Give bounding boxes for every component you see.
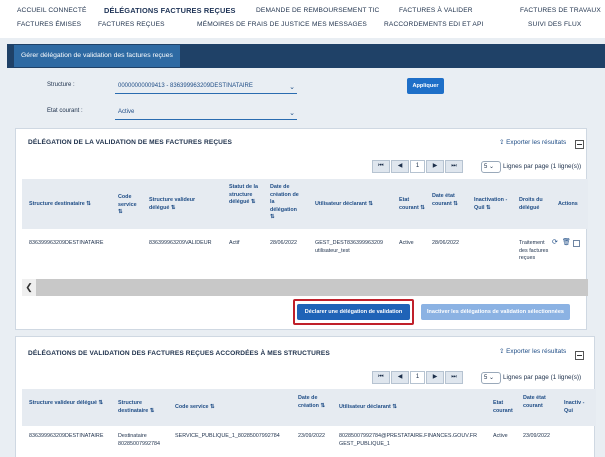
etat-courant-label: Etat courant : <box>47 108 83 114</box>
nav-memoires-frais-justice[interactable]: Mémoires de frais de justice <box>197 21 310 28</box>
cell-structure-valideur: 836399963209VALIDEUR <box>149 240 212 246</box>
col-date-etat-courant[interactable]: Date état courant <box>523 395 551 410</box>
col-date-etat-courant[interactable]: Date état courant ⇅ <box>432 193 462 208</box>
cell-date-creation: 28/06/2022 <box>270 240 297 246</box>
col-actions: Actions <box>558 201 578 207</box>
nav-mes-messages[interactable]: Mes messages <box>312 21 367 28</box>
export-results-link[interactable]: ⇪ Exporter les résultats <box>499 347 566 355</box>
structure-select[interactable]: 00000000009413 - 836399963209DESTINATAIR… <box>115 80 297 94</box>
trash-icon[interactable]: 🗑 <box>562 238 571 246</box>
col-utilisateur-declarant[interactable]: Utilisateur déclarant ⇅ <box>315 201 395 209</box>
cell-structure-destinataire: Destinataire 80285007992784 <box>118 433 160 447</box>
cell-utilisateur-declarant: GEST_DEST836399963209 utilisateur_test <box>315 240 384 254</box>
pagination: ⏮ ◀ 1 ▶ ⏭ <box>372 371 472 384</box>
col-structure-destinataire[interactable]: Structure destinataire ⇅ <box>118 400 162 415</box>
pagination: ⏮ ◀ 1 ▶ ⏭ <box>372 160 472 173</box>
chevron-down-icon: ⌄ <box>289 110 295 117</box>
cell-utilisateur-declarant: 80285007992784@PRESTATAIRE.FINANCES.GOUV… <box>339 433 477 447</box>
card-title: DÉLÉGATIONS DE VALIDATION DES FACTURES R… <box>28 350 330 357</box>
col-code-service[interactable]: Code service ⇅ <box>118 194 142 217</box>
etat-courant-select[interactable]: Active ⌄ <box>115 106 297 120</box>
apply-button[interactable]: Appliquer <box>407 78 444 94</box>
collapse-icon[interactable] <box>575 351 584 360</box>
col-inactivation-qui[interactable]: Inactiv - Qui <box>564 400 594 415</box>
nav-factures-de-travaux[interactable]: Factures de travaux <box>520 7 601 14</box>
cell-date-etat: 28/06/2022 <box>432 240 459 246</box>
cell-etat-courant: Active <box>399 240 414 246</box>
tab-gerer-delegation[interactable]: Gérer délégation de validation des factu… <box>14 45 180 67</box>
delegation-validation-card: DÉLÉGATION DE LA VALIDATION DE MES FACTU… <box>15 128 588 330</box>
col-etat-courant[interactable]: Etat courant <box>493 400 515 415</box>
col-code-service[interactable]: Code service ⇅ <box>175 404 245 412</box>
rows-per-page-label: Lignes par page (1 ligne(s)) <box>503 374 582 381</box>
nav-delegations-factures-recues[interactable]: Délégations factures reçues <box>104 6 236 15</box>
last-page-button[interactable]: ⏭ <box>445 371 463 384</box>
chevron-down-icon: ⌄ <box>289 84 295 91</box>
first-page-button[interactable]: ⏮ <box>372 371 390 384</box>
rows-per-page-label: Lignes par page (1 ligne(s)) <box>503 163 582 170</box>
horizontal-scrollbar[interactable]: ❮ <box>22 279 588 296</box>
nav-suivi-des-flux[interactable]: Suivi des flux <box>528 21 581 28</box>
col-droits-delegue: Droits du délégué <box>519 197 543 211</box>
structure-select-value: 00000000009413 - 836399963209DESTINATAIR… <box>118 83 253 89</box>
cell-etat-courant: Active <box>493 433 508 439</box>
rows-per-page-select[interactable]: 5 ⌄ <box>481 161 501 173</box>
cell-structure-valideur: 836399963209DESTINATAIRE <box>29 433 104 439</box>
page-number[interactable]: 1 <box>410 160 425 173</box>
scroll-left-icon[interactable]: ❮ <box>22 279 36 296</box>
filter-panel: Structure : 00000000009413 - 83639996320… <box>7 68 605 126</box>
col-etat-courant[interactable]: Etat courant ⇅ <box>399 197 425 212</box>
declare-delegation-button[interactable]: Déclarer une délégation de validation <box>297 304 410 320</box>
cell-structure-destinataire: 836399963209DESTINATAIRE <box>29 240 104 246</box>
cell-code-service: SERVICE_PUBLIQUE_1_80285007992784 <box>175 433 280 439</box>
collapse-icon[interactable] <box>575 140 584 149</box>
next-page-button[interactable]: ▶ <box>426 371 444 384</box>
page-number[interactable]: 1 <box>410 371 425 384</box>
prev-page-button[interactable]: ◀ <box>391 160 409 173</box>
delegations-accordees-card: DÉLÉGATIONS DE VALIDATION DES FACTURES R… <box>15 336 596 457</box>
structure-label: Structure : <box>47 82 75 88</box>
rows-per-page-select[interactable]: 5 ⌄ <box>481 372 501 384</box>
nav-factures-emises[interactable]: Factures émises <box>17 21 81 28</box>
top-navigation: Accueil connecté Délégations factures re… <box>0 0 605 38</box>
first-page-button[interactable]: ⏮ <box>372 160 390 173</box>
col-date-creation[interactable]: Date de création de la délégation ⇅ <box>270 184 302 222</box>
next-page-button[interactable]: ▶ <box>426 160 444 173</box>
nav-raccordements-edi-api[interactable]: Raccordements EDI et API <box>384 21 483 28</box>
sub-tab-bar: Gérer délégation de validation des factu… <box>7 44 605 68</box>
col-structure-valideur[interactable]: Structure valideur délégué ⇅ <box>149 197 209 212</box>
col-structure-valideur[interactable]: Structure valideur délégué ⇅ <box>29 400 111 408</box>
cell-droits: Traitement des factures reçues <box>519 240 549 261</box>
export-results-link[interactable]: ⇪ Exporter les résultats <box>499 138 566 146</box>
row-select-checkbox[interactable] <box>573 240 580 247</box>
nav-factures-recues[interactable]: Factures reçues <box>98 21 165 28</box>
inactivate-delegations-button[interactable]: Inactiver les délégations de validation … <box>421 304 570 320</box>
cell-statut: Actif <box>229 240 240 246</box>
col-date-creation[interactable]: Date de création ⇅ <box>298 395 326 410</box>
nav-factures-a-valider[interactable]: Factures à valider <box>399 7 473 14</box>
edit-icon[interactable]: ⟳ <box>552 238 558 246</box>
col-structure-destinataire[interactable]: Structure destinataire ⇅ <box>29 201 109 209</box>
nav-demande-remboursement-tic[interactable]: Demande de remboursement TIC <box>256 7 379 14</box>
col-utilisateur-declarant[interactable]: Utilisateur déclarant ⇅ <box>339 404 429 412</box>
col-statut-structure[interactable]: Statut de la structure délégué ⇅ <box>229 184 259 207</box>
etat-courant-select-value: Active <box>118 109 135 115</box>
cell-date-creation: 23/09/2022 <box>298 433 325 439</box>
nav-accueil-connecte[interactable]: Accueil connecté <box>17 7 87 14</box>
card-title: DÉLÉGATION DE LA VALIDATION DE MES FACTU… <box>28 139 233 146</box>
col-inactivation-qui[interactable]: Inactivation - Quil ⇅ <box>474 197 510 212</box>
last-page-button[interactable]: ⏭ <box>445 160 463 173</box>
prev-page-button[interactable]: ◀ <box>391 371 409 384</box>
scroll-right-icon[interactable] <box>574 279 588 296</box>
cell-date-etat: 23/09/2022 <box>523 433 550 439</box>
